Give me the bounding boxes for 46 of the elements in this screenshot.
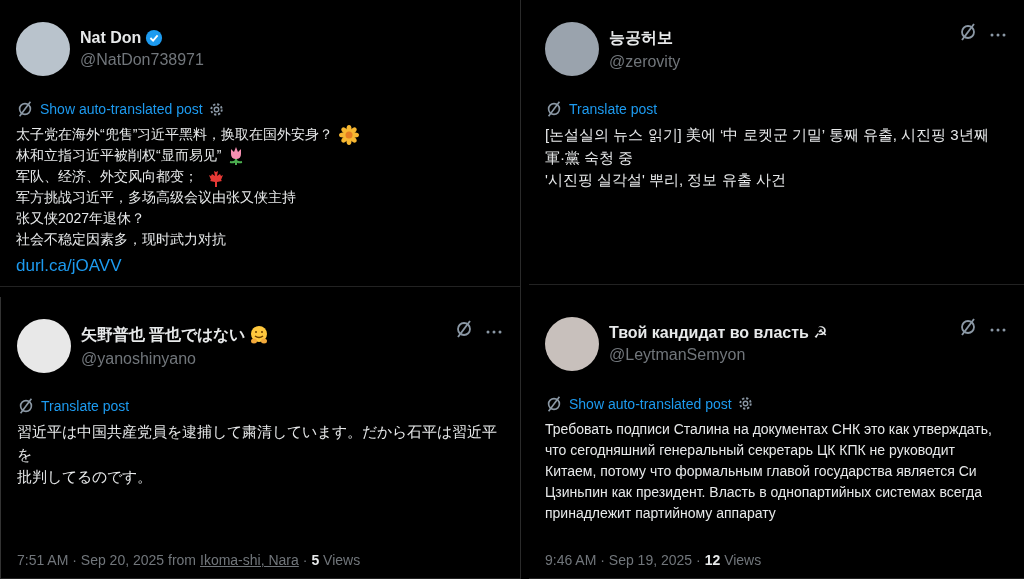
user-handle: @zerovity [609, 52, 682, 71]
translate-link[interactable]: Translate post [41, 398, 130, 414]
avatar [545, 22, 599, 76]
slashed-circle-icon[interactable] [454, 319, 474, 339]
slashed-circle-icon[interactable] [545, 394, 563, 413]
view-count: · 12 Views [696, 552, 762, 568]
display-name: Nat Don [80, 29, 142, 47]
post-text-line: 批判してるのです。 [17, 467, 152, 487]
post-timestamp: 9:46 AM · Sep 19, 2025 [545, 552, 693, 568]
translate-link[interactable]: Show auto-translated post [569, 395, 732, 412]
display-name: 矢野普也 晋也ではない [81, 324, 246, 346]
post-text-line: Цзиньпин как президент. Власть в однопартийных системах всегда [545, 482, 982, 502]
display-name: Твой кандидат во власть ☭ [609, 323, 828, 342]
settings-icon[interactable] [208, 101, 224, 117]
translate-link[interactable]: Show auto-translated post [40, 101, 203, 117]
location-link[interactable]: Ikoma-shi, Nara [200, 552, 299, 568]
display-name: 능공허보 [609, 27, 673, 48]
post-text-line: принадлежит партийному аппарату [545, 503, 776, 523]
avatar [17, 319, 71, 373]
settings-icon[interactable] [737, 396, 753, 411]
slashed-circle-icon[interactable] [958, 316, 978, 337]
post-text-line: Требовать подписи Сталина на документах СНК это как утверждать, [545, 419, 992, 439]
post-link[interactable]: durl.ca/jOAVV [16, 256, 122, 276]
post-text-line: 军方挑战习近平，多场高级会议由张又侠主持 [16, 188, 296, 207]
post-timestamp: 7:51 AM · Sep 20, 2025 from [17, 552, 196, 568]
post-text-line: 太子党在海外“兜售”习近平黑料，换取在国外安身？ [16, 125, 334, 144]
slashed-circle-icon[interactable] [16, 100, 34, 118]
post-text-line: Китаем, потому что формальным главой государства является Си [545, 461, 977, 481]
slashed-circle-icon[interactable] [545, 100, 563, 118]
user-handle: @LeytmanSemyon [609, 346, 747, 364]
post-text-line: что сегодняшний генеральный секретарь ЦК КПК не руководит [545, 440, 955, 460]
post-text-line: 林和立指习近平被削权“显而易见” [16, 146, 222, 165]
post-text-line: 社会不稳定因素多，现时武力对抗 [16, 230, 226, 249]
avatar [545, 316, 599, 371]
view-count: · 5 Views [302, 552, 361, 568]
slashed-circle-icon[interactable] [17, 397, 35, 415]
user-handle: @NatDon738971 [80, 51, 205, 69]
post-text-line: 军队、经济、外交风向都变； [16, 167, 198, 186]
post-text-line: 张又侠2027年退休？ [16, 209, 146, 228]
post-text-line: [논설실의 뉴스 읽기] 美에 ‘中 로켓군 기밀’ 통째 유출, 시진핑 3년째 軍·黨 숙청 중 [545, 125, 990, 168]
post-text-line: 習近平は中国共産党員を逮捕して粛清しています。だから石平は習近平を [17, 422, 498, 465]
user-handle: @yanoshinyano [81, 349, 197, 368]
post-text-line: '시진핑 실각설' 뿌리, 정보 유출 사건 [545, 170, 786, 190]
avatar [16, 22, 70, 76]
translate-link[interactable]: Translate post [569, 101, 658, 117]
slashed-circle-icon[interactable] [958, 22, 978, 42]
